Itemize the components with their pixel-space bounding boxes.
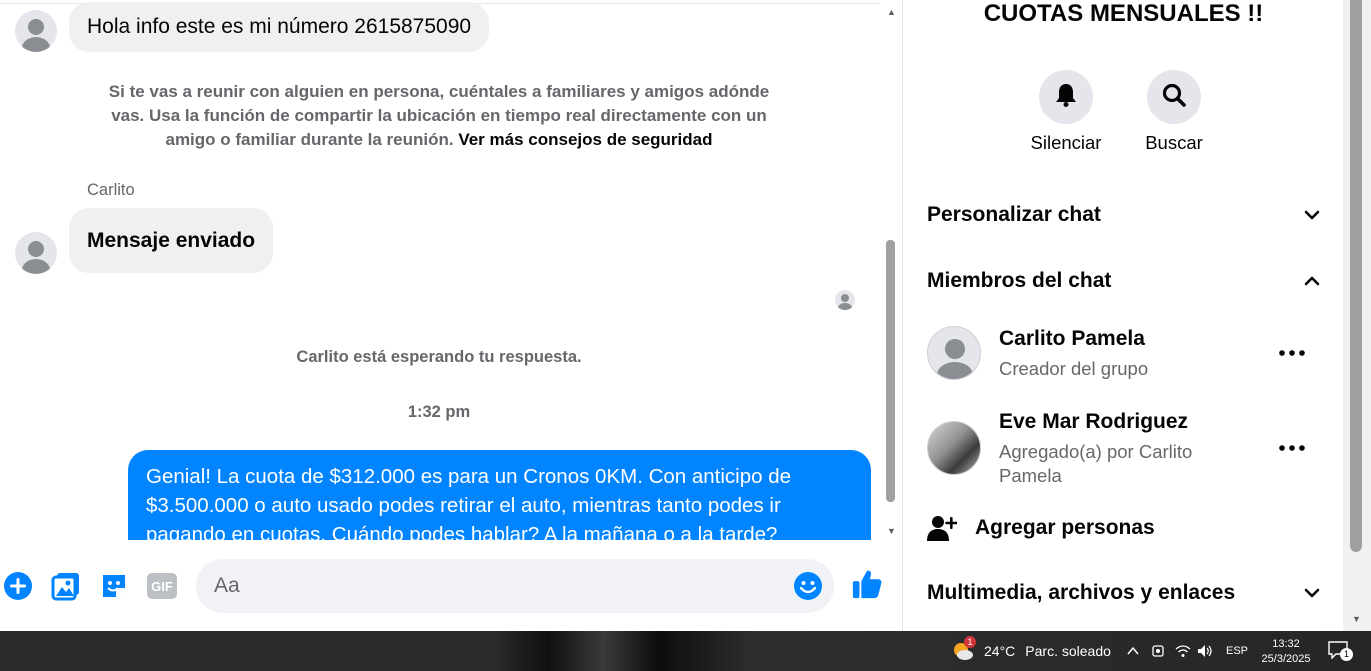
sender-avatar[interactable] bbox=[15, 232, 57, 274]
outgoing-message-bubble[interactable]: Genial! La cuota de $312.000 es para un … bbox=[128, 450, 871, 540]
weather-badge: 1 bbox=[964, 636, 976, 648]
bell-icon bbox=[1053, 82, 1079, 113]
plus-circle-icon[interactable] bbox=[2, 570, 34, 602]
scroll-down-icon[interactable]: ▼ bbox=[887, 526, 896, 536]
message-list[interactable]: Hola info este es mi número 2615875090 S… bbox=[0, 0, 880, 540]
windows-taskbar: 1 24°C Parc. soleado ESP 13:32 25/3/2025… bbox=[0, 631, 1371, 671]
notification-count: 1 bbox=[1340, 647, 1353, 661]
add-people-button[interactable]: Agregar personas bbox=[927, 508, 1227, 548]
message-composer: GIF bbox=[0, 545, 902, 631]
weather-widget[interactable]: 1 24°C Parc. soleado bbox=[950, 631, 1111, 671]
show-hidden-icons-button[interactable] bbox=[1126, 631, 1140, 671]
weather-temperature: 24°C bbox=[984, 643, 1016, 659]
chevron-up-icon bbox=[1127, 646, 1139, 655]
scroll-up-icon[interactable]: ▲ bbox=[887, 7, 896, 17]
chat-members-section[interactable]: Miembros del chat bbox=[927, 261, 1321, 301]
thumbs-up-icon[interactable] bbox=[851, 568, 883, 600]
customize-chat-section[interactable]: Personalizar chat bbox=[927, 195, 1321, 235]
device-tray-icon[interactable] bbox=[1151, 631, 1165, 671]
member-options-icon[interactable] bbox=[1277, 338, 1307, 368]
member-options-icon[interactable] bbox=[1277, 433, 1307, 463]
member-name[interactable]: Eve Mar Rodriguez bbox=[999, 410, 1188, 434]
incoming-message-bubble[interactable]: Mensaje enviado bbox=[69, 208, 274, 273]
clock-date: 25/3/2025 bbox=[1261, 652, 1311, 665]
search-label[interactable]: Buscar bbox=[1124, 132, 1224, 154]
mute-button[interactable] bbox=[1039, 70, 1093, 124]
scroll-down-icon[interactable]: ▼ bbox=[1352, 614, 1361, 624]
clock[interactable]: 13:32 25/3/2025 bbox=[1256, 631, 1316, 671]
add-people-label: Agregar personas bbox=[975, 516, 1155, 539]
chat-info-panel: CUOTAS MENSUALES !! Silenciar Buscar Per… bbox=[902, 0, 1343, 631]
safety-tips-link[interactable]: Ver más consejos de seguridad bbox=[458, 130, 712, 149]
chevron-up-icon bbox=[1304, 276, 1320, 286]
chat-scrollbar-thumb[interactable] bbox=[886, 240, 895, 502]
chat-pane: Hola info este es mi número 2615875090 S… bbox=[0, 0, 902, 631]
weather-description: Parc. soleado bbox=[1025, 643, 1111, 659]
gif-label: GIF bbox=[147, 573, 177, 599]
gallery-icon[interactable] bbox=[50, 570, 82, 602]
member-avatar[interactable] bbox=[927, 326, 981, 380]
notifications-button[interactable]: 1 bbox=[1328, 631, 1353, 671]
weather-sun-cloud-icon: 1 bbox=[950, 636, 976, 664]
notification-icon: 1 bbox=[1328, 640, 1353, 662]
message-input[interactable] bbox=[196, 559, 834, 613]
incoming-message-bubble[interactable]: Hola info este es mi número 2615875090 bbox=[69, 2, 490, 52]
add-person-icon bbox=[927, 516, 957, 541]
media-files-links-section[interactable]: Multimedia, archivos y enlaces bbox=[927, 573, 1321, 613]
customize-chat-label: Personalizar chat bbox=[927, 203, 1101, 226]
member-role: Creador del grupo bbox=[999, 358, 1149, 379]
sticker-icon[interactable] bbox=[98, 570, 130, 602]
chevron-down-icon bbox=[1304, 210, 1320, 220]
group-title: CUOTAS MENSUALES !! bbox=[983, 0, 1264, 27]
message-timestamp: 1:32 pm bbox=[407, 403, 471, 421]
page-scrollbar-thumb[interactable] bbox=[1350, 0, 1362, 552]
safety-notice: Si te vas a reunir con alguien en person… bbox=[100, 80, 778, 152]
read-receipt-avatar bbox=[835, 290, 855, 310]
page-scrollbar[interactable]: ▼ bbox=[1343, 0, 1371, 631]
clock-time: 13:32 bbox=[1272, 637, 1300, 650]
waiting-notice: Carlito está esperando tu respuesta. bbox=[296, 348, 582, 366]
member-added-by: Agregado(a) por Carlito Pamela bbox=[999, 441, 1193, 486]
chevron-down-icon bbox=[1304, 588, 1320, 598]
chat-scrollbar[interactable]: ▲ ▼ bbox=[880, 0, 902, 545]
emoji-icon[interactable] bbox=[792, 570, 824, 602]
gif-icon[interactable]: GIF bbox=[146, 570, 178, 602]
mute-label[interactable]: Silenciar bbox=[1016, 132, 1116, 154]
sender-avatar[interactable] bbox=[15, 10, 57, 52]
wifi-icon[interactable] bbox=[1175, 631, 1191, 671]
media-files-links-label: Multimedia, archivos y enlaces bbox=[927, 581, 1236, 604]
search-icon bbox=[1161, 82, 1187, 113]
input-language[interactable]: ESP bbox=[1226, 631, 1248, 671]
member-avatar[interactable] bbox=[927, 421, 981, 475]
sender-name: Carlito bbox=[87, 181, 135, 199]
volume-icon[interactable] bbox=[1197, 631, 1213, 671]
chat-members-label: Miembros del chat bbox=[927, 269, 1112, 292]
member-name[interactable]: Carlito Pamela bbox=[999, 327, 1145, 351]
search-button[interactable] bbox=[1147, 70, 1201, 124]
